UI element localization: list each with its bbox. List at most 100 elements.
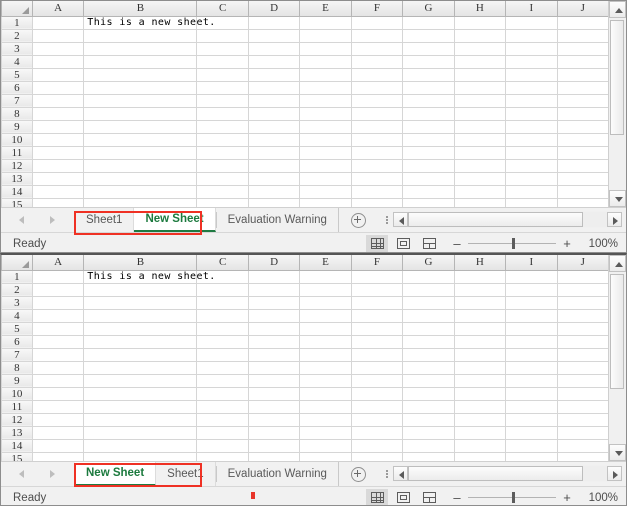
zoom-slider-top[interactable] <box>468 238 556 249</box>
cell-C11-top[interactable] <box>196 145 249 160</box>
page-layout-view-button-top[interactable] <box>392 235 414 252</box>
cell-B13-bottom[interactable] <box>83 425 198 440</box>
cell-A5-bottom[interactable] <box>31 321 85 336</box>
cell-B6-top[interactable] <box>83 80 198 95</box>
cell-J9-bottom[interactable] <box>556 373 610 388</box>
cell-H4-bottom[interactable] <box>453 308 507 323</box>
column-header-c-bottom[interactable]: C <box>196 255 249 271</box>
cell-H11-bottom[interactable] <box>453 399 507 414</box>
cell-G11-bottom[interactable] <box>402 399 455 414</box>
cell-A9-bottom[interactable] <box>31 373 85 388</box>
cell-D12-bottom[interactable] <box>247 412 301 427</box>
cell-B7-top[interactable] <box>83 93 198 108</box>
cell-G8-bottom[interactable] <box>402 360 455 375</box>
cell-B10-top[interactable] <box>83 132 198 147</box>
cell-C4-top[interactable] <box>196 54 249 69</box>
cell-F14-top[interactable] <box>350 184 404 199</box>
cell-A1-bottom[interactable] <box>31 269 85 284</box>
scroll-up-button-top[interactable] <box>609 1 626 18</box>
cell-J6-bottom[interactable] <box>556 334 610 349</box>
cell-E11-bottom[interactable] <box>299 399 352 414</box>
cell-B5-bottom[interactable] <box>83 321 198 336</box>
cell-A10-bottom[interactable] <box>31 386 85 401</box>
cell-F1-top[interactable] <box>350 15 404 30</box>
page-break-preview-button-bottom[interactable] <box>418 489 440 505</box>
row-header-10-bottom[interactable]: 10 <box>1 386 33 401</box>
cell-E15-bottom[interactable] <box>299 451 352 461</box>
cell-E9-top[interactable] <box>299 119 352 134</box>
cell-G14-bottom[interactable] <box>402 438 455 453</box>
cell-J8-top[interactable] <box>556 106 610 121</box>
cell-J3-top[interactable] <box>556 41 610 56</box>
cell-C3-bottom[interactable] <box>196 295 249 310</box>
cell-I7-top[interactable] <box>505 93 558 108</box>
cell-J10-top[interactable] <box>556 132 610 147</box>
row-header-7-top[interactable]: 7 <box>1 93 33 108</box>
cell-A14-top[interactable] <box>31 184 85 199</box>
cell-G13-bottom[interactable] <box>402 425 455 440</box>
cell-D11-top[interactable] <box>247 145 301 160</box>
vertical-scrollbar-bottom[interactable] <box>608 255 626 461</box>
hscroll-left-button-bottom[interactable] <box>393 466 408 481</box>
cell-G5-bottom[interactable] <box>402 321 455 336</box>
zoom-slider-thumb-bottom[interactable] <box>512 492 515 503</box>
vertical-scrollbar-top[interactable] <box>608 1 626 207</box>
cell-B15-top[interactable] <box>83 197 198 207</box>
hscroll-track-bottom[interactable] <box>408 466 607 481</box>
cell-B9-top[interactable] <box>83 119 198 134</box>
cell-J2-top[interactable] <box>556 28 610 43</box>
cell-F12-top[interactable] <box>350 158 404 173</box>
row-header-8-top[interactable]: 8 <box>1 106 33 121</box>
row-header-10-top[interactable]: 10 <box>1 132 33 147</box>
cell-G15-bottom[interactable] <box>402 451 455 461</box>
cell-I12-bottom[interactable] <box>505 412 558 427</box>
tab-nav-prev-icon[interactable] <box>19 470 24 478</box>
hscroll-right-button-top[interactable] <box>607 212 622 227</box>
cell-I12-top[interactable] <box>505 158 558 173</box>
zoom-control-top[interactable]: – + <box>450 237 574 250</box>
row-header-6-bottom[interactable]: 6 <box>1 334 33 349</box>
cell-H15-bottom[interactable] <box>453 451 507 461</box>
cell-C12-bottom[interactable] <box>196 412 249 427</box>
cell-D14-top[interactable] <box>247 184 301 199</box>
zoom-level-top[interactable]: 100% <box>574 238 618 250</box>
column-header-i-bottom[interactable]: I <box>505 255 558 271</box>
cell-I9-top[interactable] <box>505 119 558 134</box>
cell-C14-bottom[interactable] <box>196 438 249 453</box>
cell-E2-bottom[interactable] <box>299 282 352 297</box>
cell-I10-top[interactable] <box>505 132 558 147</box>
cell-F13-bottom[interactable] <box>350 425 404 440</box>
cell-D9-bottom[interactable] <box>247 373 301 388</box>
row-header-5-bottom[interactable]: 5 <box>1 321 33 336</box>
cell-G3-top[interactable] <box>402 41 455 56</box>
cell-A5-top[interactable] <box>31 67 85 82</box>
cell-E9-bottom[interactable] <box>299 373 352 388</box>
cell-G10-top[interactable] <box>402 132 455 147</box>
cell-D2-top[interactable] <box>247 28 301 43</box>
cell-B10-bottom[interactable] <box>83 386 198 401</box>
cell-F1-bottom[interactable] <box>350 269 404 284</box>
sheet-tab-sheet1-bottom[interactable]: Sheet1 <box>156 462 216 486</box>
sheet-tab-evaluation-warning-bottom[interactable]: Evaluation Warning <box>216 462 339 486</box>
cell-G7-top[interactable] <box>402 93 455 108</box>
row-header-13-top[interactable]: 13 <box>1 171 33 186</box>
cell-I4-top[interactable] <box>505 54 558 69</box>
zoom-out-button-top[interactable]: – <box>450 237 464 250</box>
cell-B1-top[interactable]: This is a new sheet. <box>83 15 215 30</box>
cell-G4-top[interactable] <box>402 54 455 69</box>
cell-C8-bottom[interactable] <box>196 360 249 375</box>
horizontal-scroll-thumb-top[interactable] <box>408 212 583 227</box>
cell-H5-bottom[interactable] <box>453 321 507 336</box>
zoom-control-bottom[interactable]: – + <box>450 491 574 504</box>
cell-I3-top[interactable] <box>505 41 558 56</box>
cell-J11-bottom[interactable] <box>556 399 610 414</box>
cell-D1-top[interactable] <box>247 15 301 30</box>
cell-J15-bottom[interactable] <box>556 451 610 461</box>
cell-J2-bottom[interactable] <box>556 282 610 297</box>
column-header-j-top[interactable]: J <box>556 1 610 17</box>
row-header-14-bottom[interactable]: 14 <box>1 438 33 453</box>
cell-D10-bottom[interactable] <box>247 386 301 401</box>
cell-E7-bottom[interactable] <box>299 347 352 362</box>
cell-F5-top[interactable] <box>350 67 404 82</box>
cell-D4-bottom[interactable] <box>247 308 301 323</box>
